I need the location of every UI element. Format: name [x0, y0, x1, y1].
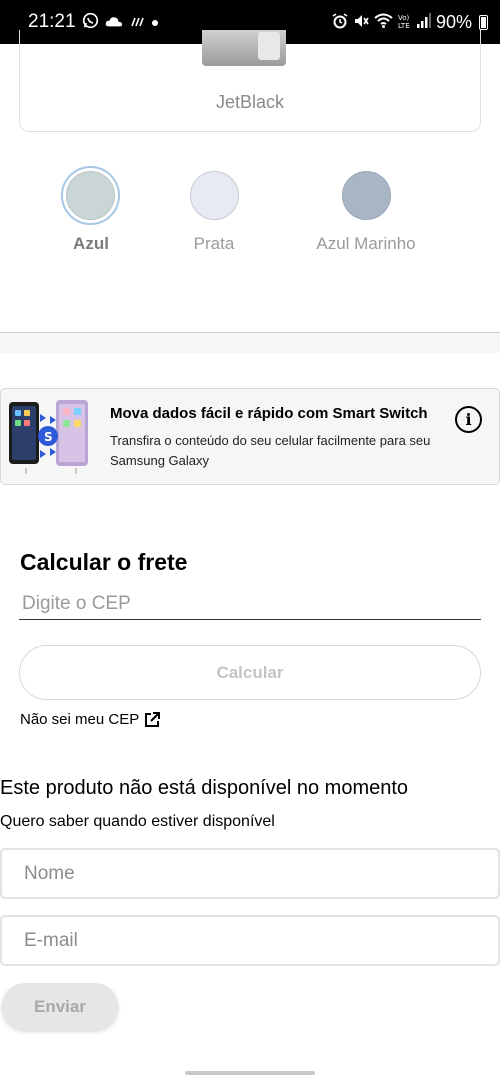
wifi-icon — [374, 13, 393, 31]
color-swatch-azul-marinho[interactable] — [342, 171, 391, 220]
color-label-prata: Prata — [193, 234, 235, 253]
product-image — [202, 30, 286, 66]
rain-icon — [129, 14, 145, 31]
unavailable-title: Este produto não está disponível no mome… — [0, 777, 409, 799]
smart-switch-image: S — [8, 398, 88, 476]
section-band — [0, 333, 500, 353]
email-field[interactable] — [0, 915, 500, 966]
color-label-azul-marinho: Azul Marinho — [316, 234, 416, 253]
svg-text:Vo): Vo) — [398, 14, 410, 22]
volte-icon: Vo) LTE — [398, 13, 412, 32]
info-icon[interactable]: i — [455, 406, 482, 433]
svg-text:S: S — [44, 430, 53, 444]
battery-icon — [479, 14, 488, 30]
cep-input[interactable] — [19, 588, 481, 620]
shipping-title: Calcular o frete — [20, 549, 188, 575]
signal-icon — [416, 13, 431, 31]
alarm-icon — [332, 12, 348, 32]
external-link-icon — [144, 711, 161, 728]
svg-text:LTE: LTE — [398, 22, 410, 29]
smart-switch-title: Mova dados fácil e rápido com Smart Swit… — [110, 405, 428, 422]
unknown-cep-link[interactable]: Não sei meu CEP — [20, 711, 161, 728]
mute-icon — [353, 13, 369, 32]
home-indicator[interactable] — [185, 1071, 315, 1075]
smart-switch-description: Transfira o conteúdo do seu celular faci… — [110, 433, 431, 468]
unknown-cep-label: Não sei meu CEP — [20, 711, 140, 728]
color-swatch-azul[interactable] — [66, 171, 115, 220]
dot-icon — [151, 15, 159, 30]
cloud-icon — [105, 14, 123, 31]
whatsapp-icon — [82, 12, 99, 32]
smart-switch-banner[interactable]: S Mova dados fácil e rápido com Smart Sw… — [0, 388, 500, 485]
calculate-button[interactable]: Calcular — [19, 645, 481, 700]
name-field[interactable] — [0, 848, 500, 899]
send-button[interactable]: Enviar — [2, 983, 118, 1030]
unavailable-subtitle: Quero saber quando estiver disponível — [0, 813, 275, 830]
product-card[interactable]: JetBlack — [19, 30, 481, 132]
product-name: JetBlack — [215, 92, 285, 112]
color-swatch-prata[interactable] — [190, 171, 239, 220]
